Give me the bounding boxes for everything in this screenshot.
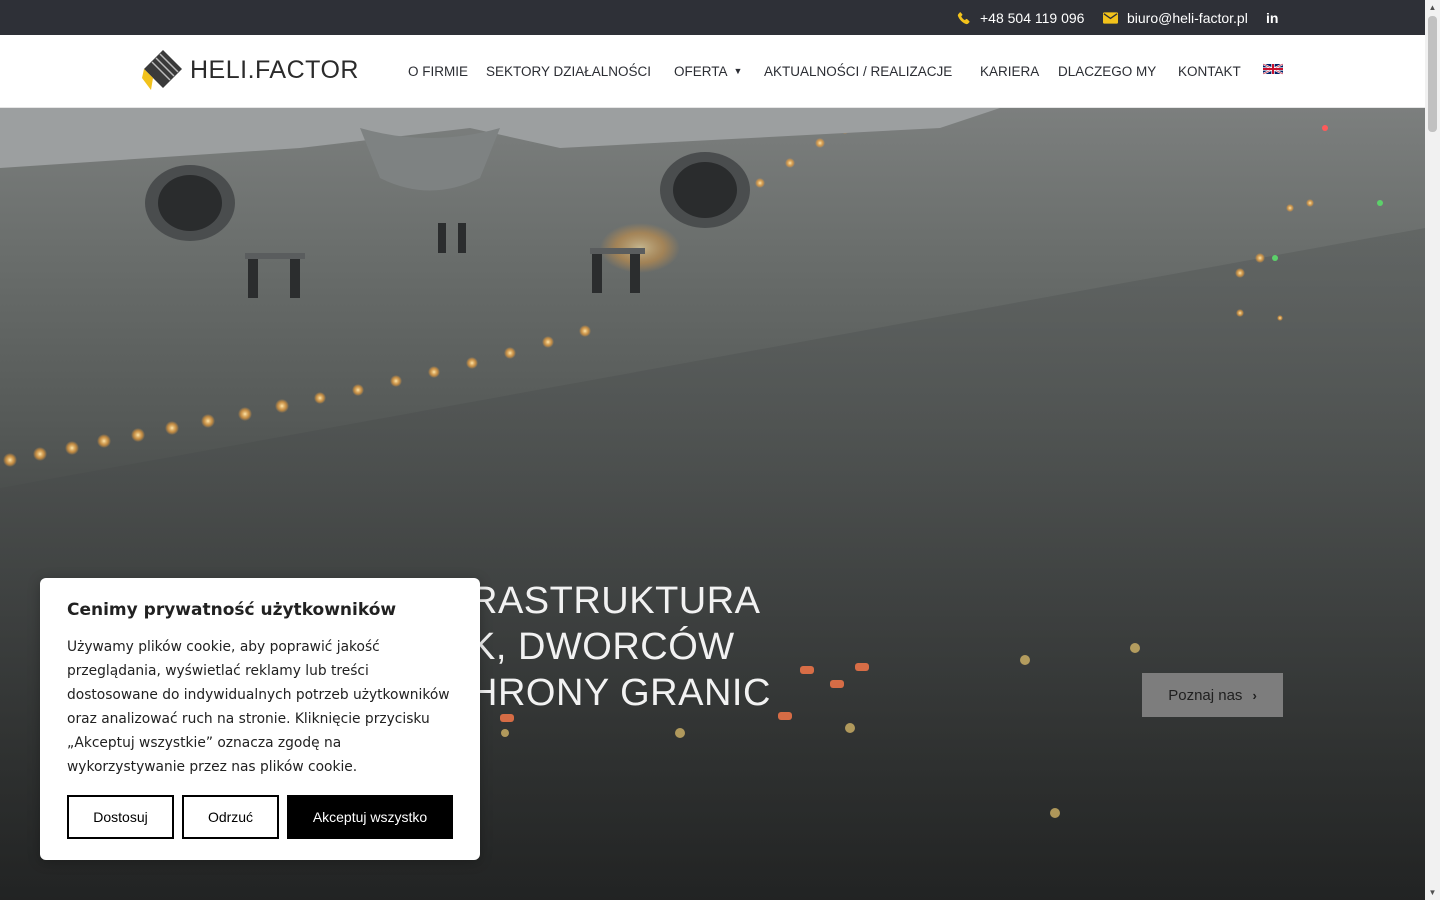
chevron-right-icon: › [1252, 687, 1257, 703]
nav-item-kariera[interactable]: KARIERA [980, 35, 1039, 107]
uk-flag-icon[interactable] [1263, 62, 1283, 76]
hero-title-line: K, DWORCÓW [470, 626, 735, 668]
nav-item-sektory[interactable]: SEKTORY DZIAŁALNOŚCI [486, 35, 651, 107]
reject-button[interactable]: Odrzuć [182, 795, 279, 839]
nav-item-oferta[interactable]: OFERTA ▼ [674, 35, 742, 107]
scroll-down-arrow-icon[interactable]: ▼ [1425, 885, 1440, 900]
top-bar: +48 504 119 096 biuro@heli-factor.pl in [0, 0, 1425, 35]
scrollbar-thumb[interactable] [1428, 16, 1437, 132]
email-address: biuro@heli-factor.pl [1127, 9, 1248, 26]
nav-item-label: AKTUALNOŚCI / REALIZACJE [764, 63, 953, 79]
nav-item-label: O FIRMIE [408, 63, 468, 79]
cookie-title: Cenimy prywatność użytkowników [67, 600, 397, 620]
nav-item-label: DLACZEGO MY [1058, 63, 1157, 79]
accept-all-button[interactable]: Akceptuj wszystko [287, 795, 453, 839]
nav-item-label: KONTAKT [1178, 63, 1241, 79]
scroll-up-arrow-icon[interactable]: ▲ [1425, 0, 1440, 15]
caret-down-icon: ▼ [733, 66, 743, 76]
site-header: HELI.FACTOR O FIRMIE SEKTORY DZIAŁALNOŚC… [0, 35, 1425, 108]
email-link[interactable]: biuro@heli-factor.pl [1103, 0, 1248, 35]
nav-item-dlaczego-my[interactable]: DLACZEGO MY [1058, 35, 1156, 107]
logo-mark-icon [142, 50, 182, 90]
phone-number: +48 504 119 096 [980, 9, 1085, 26]
hero-title-line: HRONY GRANIC [470, 672, 771, 714]
customize-button[interactable]: Dostosuj [67, 795, 174, 839]
hero-title: RASTRUKTURA K, DWORCÓW HRONY GRANIC [470, 578, 771, 716]
button-label: Poznaj nas [1168, 686, 1243, 704]
envelope-icon [1103, 11, 1118, 24]
nav-item-label: SEKTORY DZIAŁALNOŚCI [486, 63, 652, 79]
phone-link[interactable]: +48 504 119 096 [957, 0, 1084, 35]
hero-title-line: RASTRUKTURA [470, 580, 761, 622]
logo[interactable]: HELI.FACTOR [142, 48, 359, 92]
phone-icon [957, 11, 970, 24]
cookie-consent-dialog: Cenimy prywatność użytkowników Używamy p… [40, 578, 480, 860]
nav-item-label: OFERTA [674, 63, 728, 79]
poznaj-nas-button[interactable]: Poznaj nas › [1142, 673, 1283, 717]
nav-item-kontakt[interactable]: KONTAKT [1178, 35, 1241, 107]
nav-item-label: KARIERA [980, 63, 1040, 79]
nav-item-aktualnosci[interactable]: AKTUALNOŚCI / REALIZACJE [764, 35, 952, 107]
linkedin-icon[interactable]: in [1266, 0, 1278, 35]
logo-text: HELI.FACTOR [190, 55, 359, 84]
page-scrollbar[interactable]: ▲ ▼ [1425, 0, 1440, 900]
nav-item-o-firmie[interactable]: O FIRMIE [408, 35, 468, 107]
cookie-description: Używamy plików cookie, aby poprawić jako… [67, 639, 450, 775]
